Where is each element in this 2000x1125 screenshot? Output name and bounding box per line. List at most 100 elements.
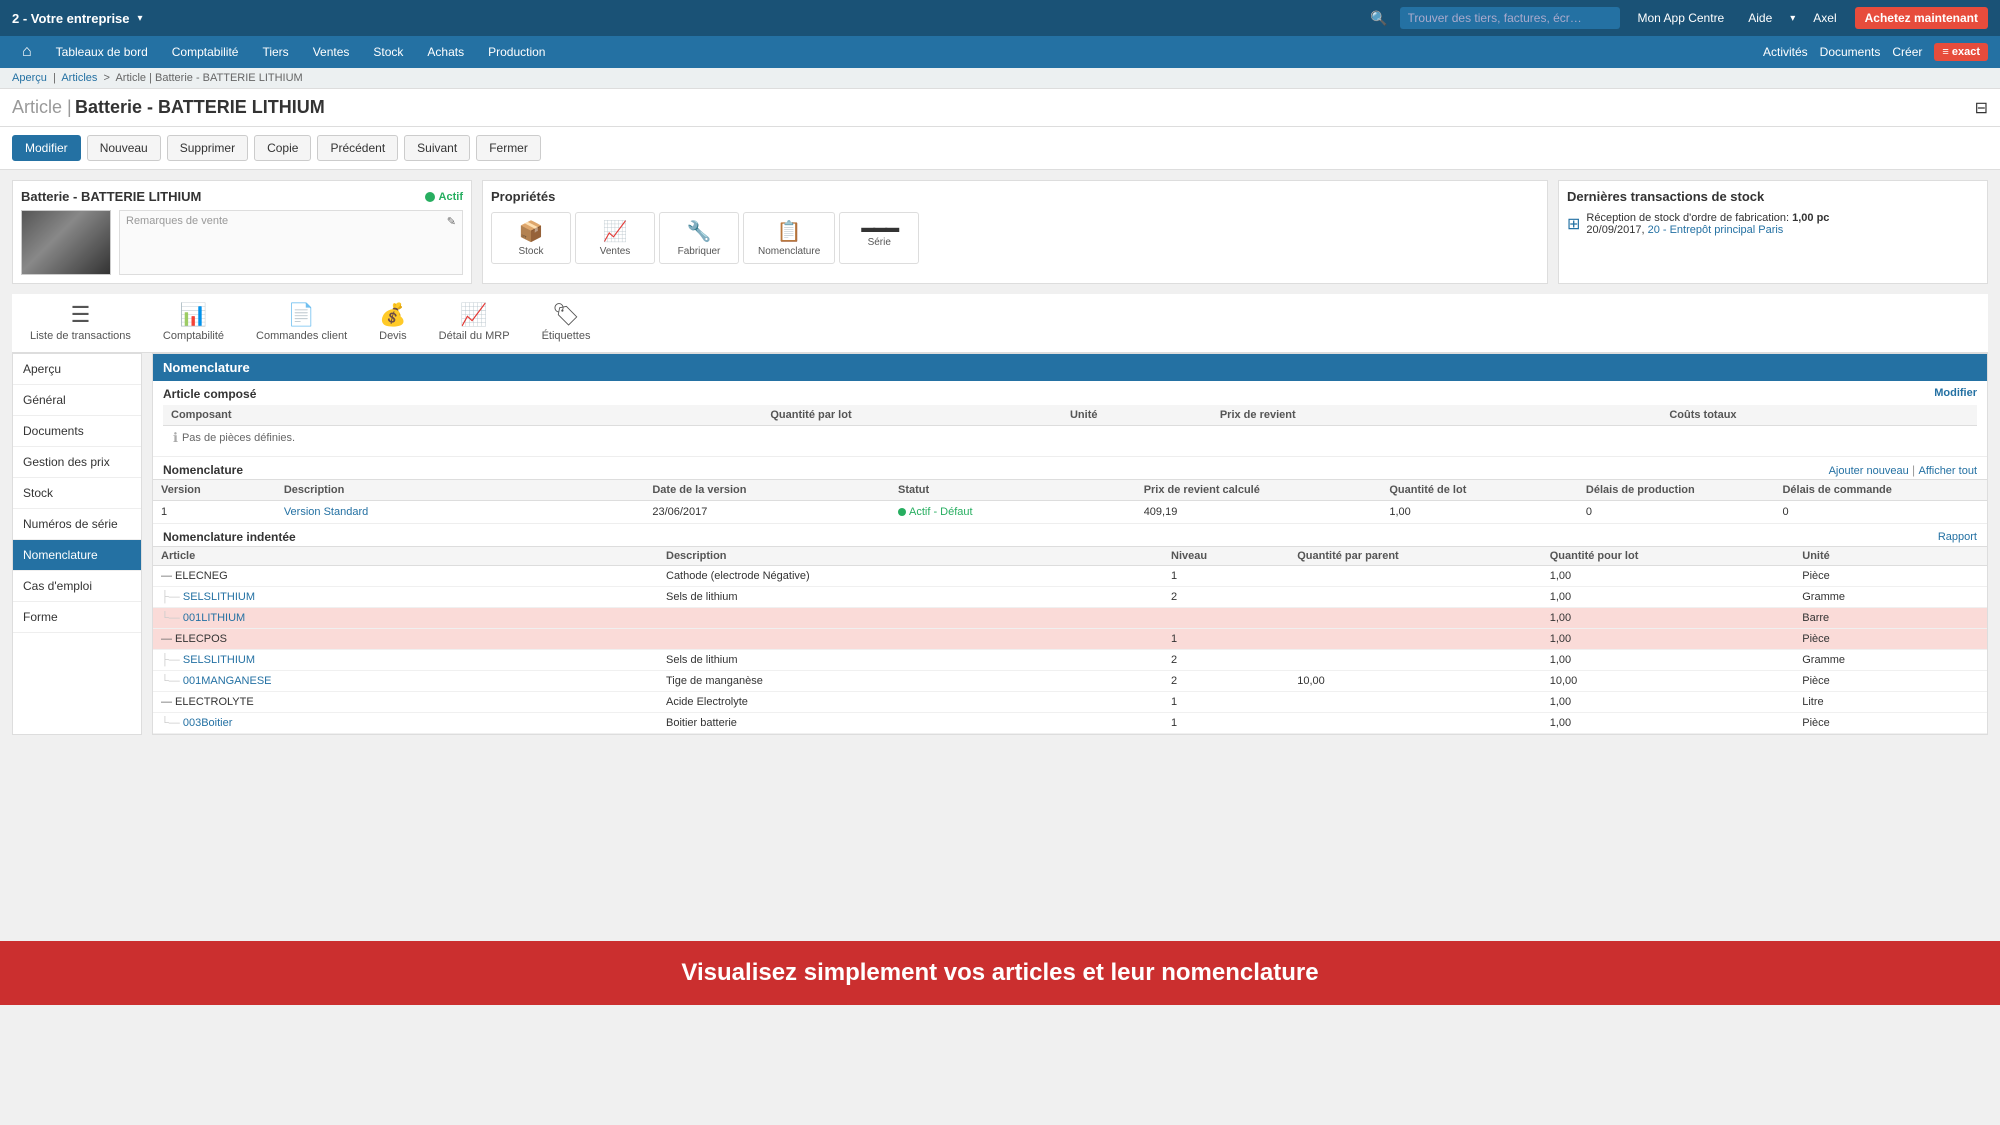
nav-creer[interactable]: Créer	[1892, 45, 1922, 59]
serie-icon: ▬▬▬	[854, 219, 904, 235]
indent-col-qty-parent: Quantité par parent	[1297, 550, 1550, 562]
promo-text: Visualisez simplement vos articles et le…	[681, 959, 1318, 986]
nav-item-stock[interactable]: Stock	[363, 39, 413, 65]
modifier-button[interactable]: Modifier	[12, 135, 81, 161]
nomenclature-icon: 📋	[758, 219, 820, 244]
suivant-button[interactable]: Suivant	[404, 135, 470, 161]
sidebar-item-nomenclature[interactable]: Nomenclature	[13, 540, 141, 571]
001manganese-link[interactable]: 001MANGANESE	[183, 675, 272, 687]
modifier-link[interactable]: Modifier	[1934, 387, 1977, 401]
trans-text: Réception de stock d'ordre de fabricatio…	[1586, 212, 1829, 236]
nav-item-comptabilite[interactable]: Comptabilité	[162, 39, 249, 65]
003boitier-link[interactable]: 003Boitier	[183, 717, 233, 729]
indent-niv-elecpos: 1	[1171, 633, 1297, 645]
article-image	[21, 210, 111, 275]
afficher-tout-link[interactable]: Afficher tout	[1919, 465, 1978, 477]
breadcrumb-articles[interactable]: Articles	[61, 72, 97, 84]
info-icon: ℹ	[173, 430, 178, 446]
search-input[interactable]	[1400, 7, 1620, 29]
tab-devis[interactable]: 💰 Devis	[373, 294, 413, 352]
fabriquer-icon: 🔧	[674, 219, 724, 244]
col-delais-cmd: Délais de commande	[1782, 484, 1979, 496]
remarks-label: Remarques de vente	[126, 215, 228, 227]
breadcrumb-apercu[interactable]: Aperçu	[12, 72, 47, 84]
top-bar: 2 - Votre entreprise ▾ 🔍 Mon App Centre …	[0, 0, 2000, 36]
page-title-prefix: Article |	[12, 97, 72, 117]
sidebar-item-apercu[interactable]: Aperçu	[13, 354, 141, 385]
prop-fabriquer[interactable]: 🔧 Fabriquer	[659, 212, 739, 264]
precedent-button[interactable]: Précédent	[317, 135, 398, 161]
nav-home[interactable]: ⌂	[12, 37, 42, 67]
nomenclature-table-header-row: Nomenclature Ajouter nouveau | Afficher …	[153, 457, 1987, 479]
buy-button[interactable]: Achetez maintenant	[1855, 7, 1988, 29]
company-dropdown-icon[interactable]: ▾	[138, 13, 143, 24]
exact-logo-btn[interactable]: ≡ exact	[1934, 43, 1988, 61]
app-center-btn[interactable]: Mon App Centre	[1632, 9, 1731, 27]
sidebar: Aperçu Général Documents Gestion des pri…	[12, 353, 142, 735]
selslithium1-link[interactable]: SELSLITHIUM	[183, 591, 255, 603]
nav-activites[interactable]: Activités	[1763, 45, 1808, 59]
ajouter-nouveau-link[interactable]: Ajouter nouveau	[1829, 465, 1909, 477]
supprimer-button[interactable]: Supprimer	[167, 135, 248, 161]
nav-item-achats[interactable]: Achats	[417, 39, 474, 65]
nomenclature-section-header: Nomenclature	[153, 354, 1987, 381]
001lithium-link[interactable]: 001LITHIUM	[183, 612, 245, 624]
indent-u-electrolyte: Litre	[1802, 696, 1979, 708]
sidebar-item-documents[interactable]: Documents	[13, 416, 141, 447]
fermer-button[interactable]: Fermer	[476, 135, 541, 161]
nav-item-tiers[interactable]: Tiers	[252, 39, 298, 65]
nom-description-link[interactable]: Version Standard	[284, 506, 653, 518]
prop-serie[interactable]: ▬▬▬ Série	[839, 212, 919, 264]
sidebar-item-forme[interactable]: Forme	[13, 602, 141, 633]
trans-item: ⊞ Réception de stock d'ordre de fabricat…	[1567, 212, 1979, 236]
sidebar-item-gestion-prix[interactable]: Gestion des prix	[13, 447, 141, 478]
indent-niv-selslithium1: 2	[1171, 591, 1297, 603]
search-icon: 🔍	[1370, 10, 1387, 27]
nav-item-production[interactable]: Production	[478, 39, 555, 65]
sidebar-item-numeros-serie[interactable]: Numéros de série	[13, 509, 141, 540]
no-pieces-msg: Pas de pièces définies.	[182, 432, 295, 444]
page-filter-icon[interactable]: ⊟	[1975, 98, 1988, 118]
company-name[interactable]: 2 - Votre entreprise	[12, 11, 130, 26]
nom-delais-cmd: 0	[1782, 506, 1979, 518]
prop-nomenclature[interactable]: 📋 Nomenclature	[743, 212, 835, 264]
prop-stock[interactable]: 📦 Stock	[491, 212, 571, 264]
trans-link[interactable]: 20 - Entrepôt principal Paris	[1648, 224, 1784, 236]
properties-panel: Propriétés 📦 Stock 📈 Ventes 🔧 Fabriquer …	[482, 180, 1548, 284]
trans-icon: ⊞	[1567, 214, 1580, 234]
col-description: Description	[284, 484, 653, 496]
indent-u-003boitier: Pièce	[1802, 717, 1979, 729]
indent-desc-003boitier: Boitier batterie	[666, 717, 1171, 729]
indent-u-elecpos: Pièce	[1802, 633, 1979, 645]
sidebar-item-stock[interactable]: Stock	[13, 478, 141, 509]
tab-comptabilite[interactable]: 📊 Comptabilité	[157, 294, 230, 352]
nouveau-button[interactable]: Nouveau	[87, 135, 161, 161]
tab-etiquettes[interactable]: 🏷 Étiquettes	[536, 294, 597, 352]
rapport-link[interactable]: Rapport	[1938, 531, 1977, 543]
breadcrumb-current: Article | Batterie - BATTERIE LITHIUM	[115, 72, 302, 84]
user-btn[interactable]: Axel	[1807, 9, 1842, 27]
sidebar-item-cas-emploi[interactable]: Cas d'emploi	[13, 571, 141, 602]
prop-ventes[interactable]: 📈 Ventes	[575, 212, 655, 264]
indent-u-001lithium: Barre	[1802, 612, 1979, 624]
copie-button[interactable]: Copie	[254, 135, 311, 161]
col-couts-totaux: Coûts totaux	[1669, 409, 1969, 421]
tab-etiq-label: Étiquettes	[542, 330, 591, 342]
nav-item-ventes[interactable]: Ventes	[303, 39, 360, 65]
indent-niv-selslithium2: 2	[1171, 654, 1297, 666]
tab-commandes[interactable]: 📄 Commandes client	[250, 294, 353, 352]
remarks-edit-icon[interactable]: ✎	[447, 215, 456, 228]
nav-documents[interactable]: Documents	[1820, 45, 1881, 59]
article-panel-title: Batterie - BATTERIE LITHIUM Actif	[21, 189, 463, 204]
sidebar-item-general[interactable]: Général	[13, 385, 141, 416]
help-btn[interactable]: Aide	[1742, 9, 1778, 27]
nom-version: 1	[161, 506, 284, 518]
tab-mrp[interactable]: 📈 Détail du MRP	[433, 294, 516, 352]
nav-right: Activités Documents Créer ≡ exact	[1763, 43, 1988, 61]
tab-liste-transactions[interactable]: ☰ Liste de transactions	[24, 294, 137, 352]
breadcrumb: Aperçu | Articles > Article | Batterie -…	[0, 68, 2000, 89]
nav-item-tableaux[interactable]: Tableaux de bord	[46, 39, 158, 65]
composant-table-header: Composant Quantité par lot Unité Prix de…	[163, 405, 1977, 426]
tab-liste-icon: ☰	[71, 302, 91, 328]
selslithium2-link[interactable]: SELSLITHIUM	[183, 654, 255, 666]
